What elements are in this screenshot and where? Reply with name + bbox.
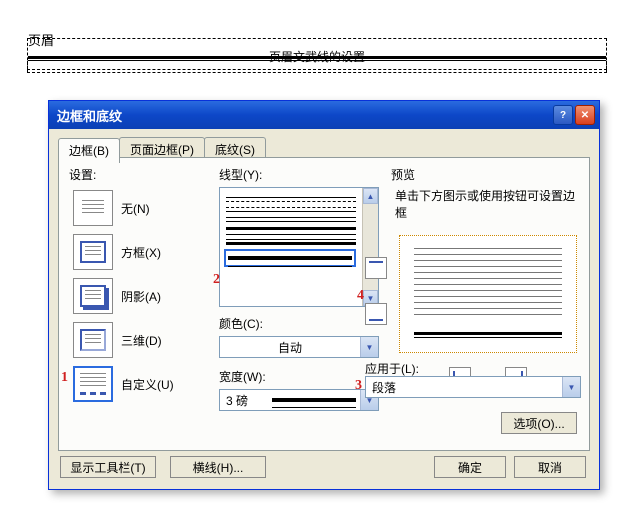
scroll-up-icon[interactable]: ▲ — [363, 188, 378, 204]
color-value: 自动 — [220, 339, 360, 356]
width-sample-line — [272, 398, 356, 402]
style-option[interactable] — [226, 227, 356, 230]
setting-custom-label: 自定义(U) — [121, 376, 174, 393]
tab-borders[interactable]: 边框(B) — [58, 138, 120, 163]
preview-bottom-border-button[interactable] — [365, 303, 387, 325]
color-combo[interactable]: 自动 ▼ — [219, 336, 379, 358]
preview-applied-border — [414, 332, 562, 338]
style-option[interactable] — [226, 239, 356, 240]
help-button[interactable]: ? — [553, 105, 573, 125]
header-area-lower — [27, 61, 607, 73]
preview-area[interactable] — [393, 229, 583, 359]
options-button[interactable]: 选项(O)... — [501, 412, 577, 434]
setting-none-icon — [73, 190, 113, 226]
ok-button[interactable]: 确定 — [434, 456, 506, 478]
setting-shadow-icon — [73, 278, 113, 314]
setting-none[interactable]: 无(N) — [73, 186, 213, 230]
setting-3d-icon — [73, 322, 113, 358]
style-scrollbar[interactable]: ▲ ▼ — [362, 188, 378, 306]
annotation-4: 4 — [357, 288, 364, 304]
annotation-1: 1 — [61, 370, 68, 386]
style-option[interactable] — [226, 207, 356, 208]
setting-shadow-label: 阴影(A) — [121, 288, 161, 305]
preview-label: 预览 — [391, 166, 579, 183]
annotation-3: 3 — [355, 378, 362, 394]
dialog-title: 边框和底纹 — [57, 106, 122, 125]
preview-top-border-button[interactable] — [365, 257, 387, 279]
tab-panel-borders: 设置: 无(N) 方框(X) 阴影(A) 三维(D) — [58, 157, 590, 451]
horizontal-line-button[interactable]: 横线(H)... — [170, 456, 266, 478]
apply-to-label: 应用于(L): — [365, 360, 419, 377]
close-button[interactable]: ✕ — [575, 105, 595, 125]
style-option[interactable] — [226, 217, 356, 218]
setting-shadow[interactable]: 阴影(A) — [73, 274, 213, 318]
apply-to-combo[interactable]: 段落 ▼ — [365, 376, 581, 398]
preview-page — [399, 235, 577, 353]
setting-custom-icon — [73, 366, 113, 402]
style-option-selected[interactable] — [224, 249, 356, 267]
line-style-list[interactable]: ▲ ▼ — [219, 187, 379, 307]
preview-hint: 单击下方图示或使用按钮可设置边框 — [391, 187, 579, 221]
preview-text-lines — [414, 248, 562, 320]
dropdown-icon[interactable]: ▼ — [562, 377, 580, 397]
style-label: 线型(Y): — [219, 166, 381, 183]
setting-box-label: 方框(X) — [121, 244, 161, 261]
apply-to-value: 段落 — [366, 379, 562, 396]
setting-3d-label: 三维(D) — [121, 332, 162, 349]
titlebar: 边框和底纹 ? ✕ — [49, 101, 599, 129]
setting-none-label: 无(N) — [121, 200, 150, 217]
setting-box[interactable]: 方框(X) — [73, 230, 213, 274]
setting-box-icon — [73, 234, 113, 270]
annotation-2: 2 — [213, 272, 220, 288]
color-label: 颜色(C): — [219, 315, 381, 332]
borders-shading-dialog: 边框和底纹 ? ✕ 边框(B) 页面边框(P) 底纹(S) 设置: 无(N) 方… — [48, 100, 600, 490]
cancel-button[interactable]: 取消 — [514, 456, 586, 478]
style-option[interactable] — [226, 197, 356, 198]
setting-label: 设置: — [69, 166, 96, 183]
setting-3d[interactable]: 三维(D) — [73, 318, 213, 362]
setting-custom[interactable]: 自定义(U) — [73, 362, 213, 406]
dropdown-icon[interactable]: ▼ — [360, 337, 378, 357]
show-toolbar-button[interactable]: 显示工具栏(T) — [60, 456, 156, 478]
